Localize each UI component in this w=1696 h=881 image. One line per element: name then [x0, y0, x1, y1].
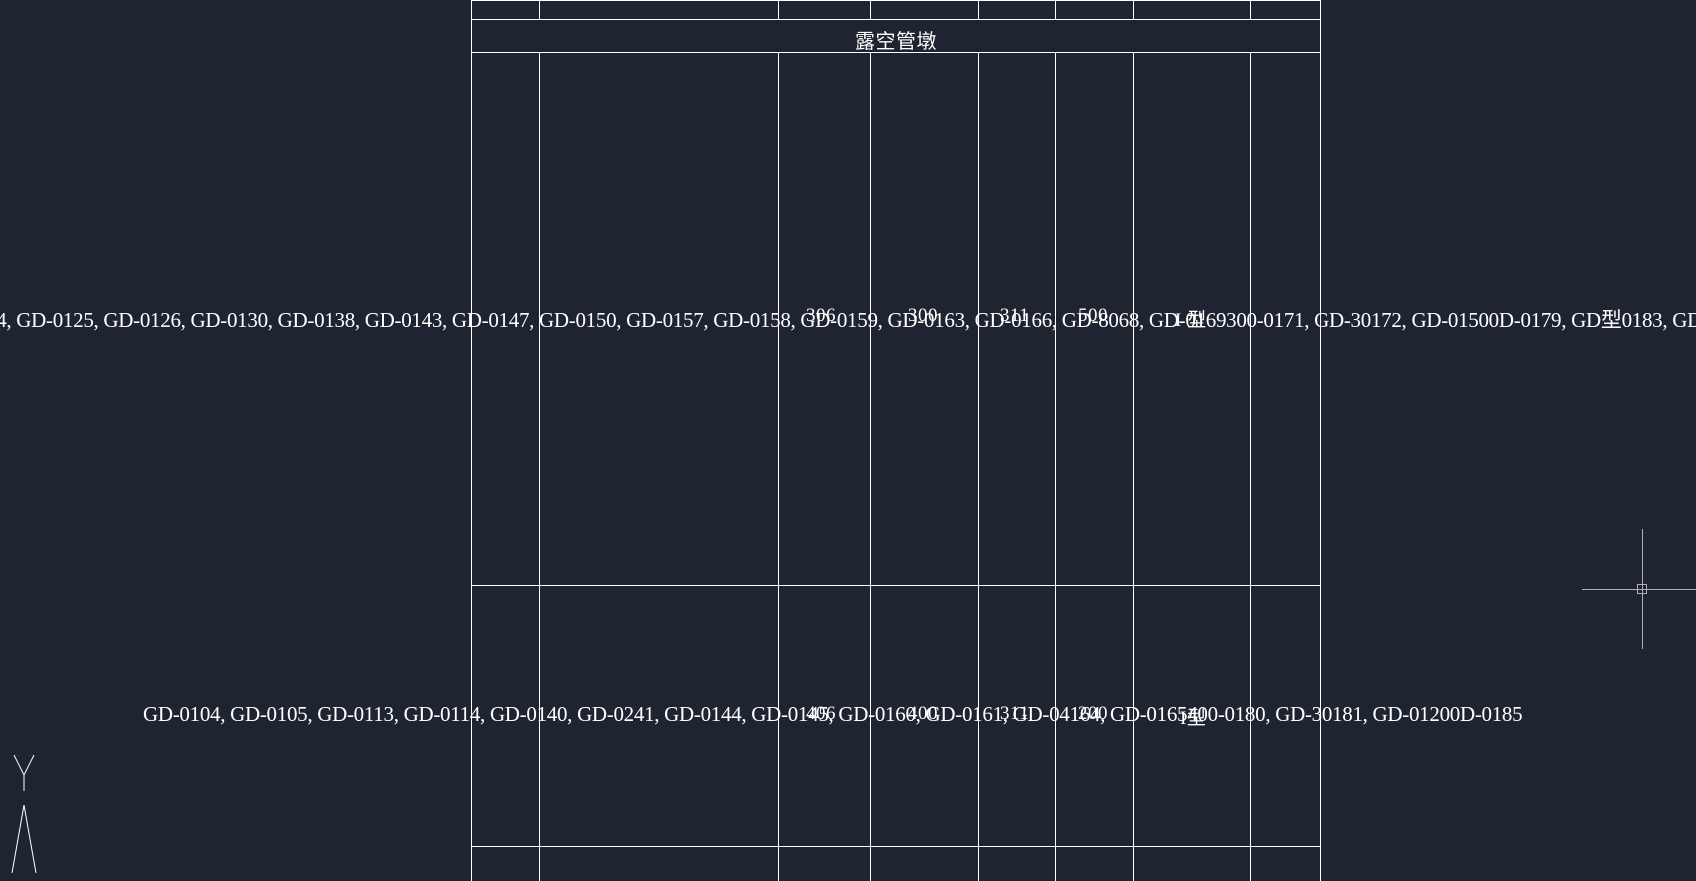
- table-vline-leftinner: [539, 52, 540, 881]
- table-vline-c3: [978, 52, 979, 881]
- table-vline-c5-top: [1133, 0, 1134, 19]
- drawing-canvas[interactable]: 露空管墩 24, GD-0125, GD-0126, GD-0130, GD-0…: [0, 0, 1696, 881]
- table-hline-4: [471, 846, 1320, 847]
- table-vline-c2: [870, 52, 871, 881]
- table-vline-left: [471, 0, 472, 881]
- row1-cell-c2: 300: [908, 305, 938, 327]
- table-vline-c4: [1055, 52, 1056, 881]
- row1-codes-text: 24, GD-0125, GD-0126, GD-0130, GD-0138, …: [0, 304, 1696, 334]
- table-vline-c4-top: [1055, 0, 1056, 19]
- row2-cell-c4: 200: [1078, 703, 1108, 725]
- table-hline-0: [471, 0, 1320, 1]
- row1-cell-c1: 306: [806, 305, 836, 327]
- table-hline-3: [471, 585, 1320, 586]
- row2-cell-c1: 406: [806, 703, 836, 725]
- row2-cell-c3: 311: [1000, 703, 1029, 725]
- row2-cell-c2: 400: [908, 703, 938, 725]
- row1-cell-c4: 500: [1078, 305, 1108, 327]
- row2-cell-c5: I型: [1180, 703, 1206, 730]
- table-vline-c2-top: [870, 0, 871, 19]
- row1-cell-c5: I 型: [1175, 305, 1207, 332]
- table-header-title: 露空管墩: [846, 25, 946, 54]
- table-vline-c1: [778, 52, 779, 881]
- table-vline-c5: [1133, 52, 1134, 881]
- table-vline-c6-top: [1250, 0, 1251, 19]
- table-vline-c1-top: [778, 0, 779, 19]
- table-vline-right: [1320, 0, 1321, 881]
- row1-cell-c3: 311: [1000, 305, 1029, 327]
- table-vline-c6: [1250, 52, 1251, 881]
- table-vline-leftinner-top: [539, 0, 540, 19]
- table-vline-c3-top: [978, 0, 979, 19]
- table-hline-1: [471, 19, 1320, 20]
- ucs-icon: [6, 755, 46, 875]
